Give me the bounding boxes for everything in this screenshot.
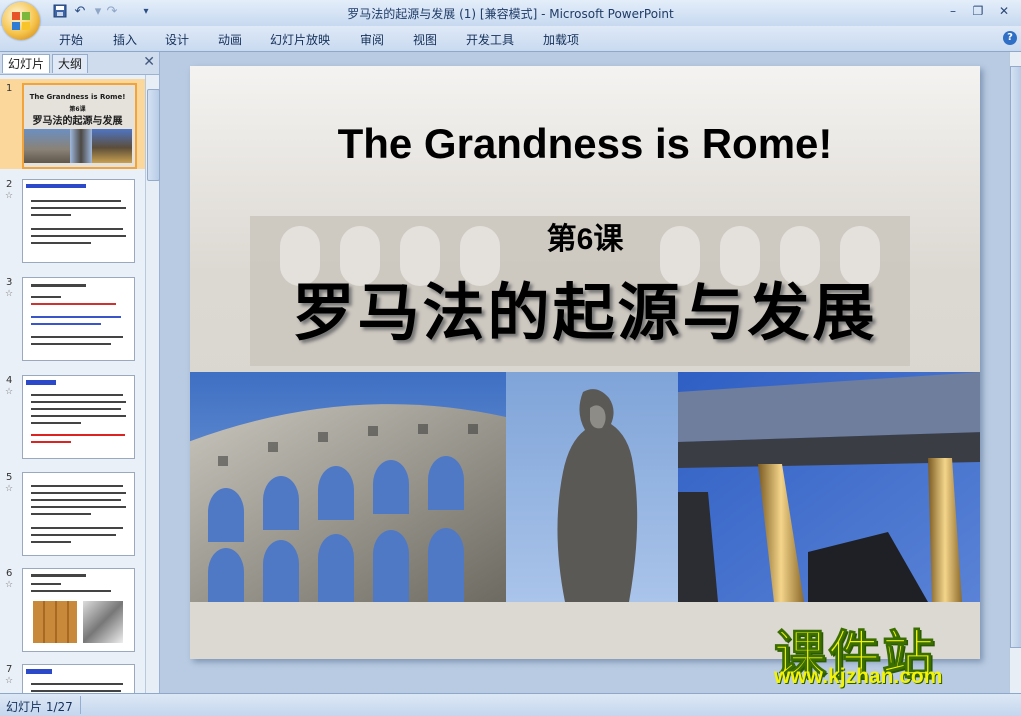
tab-insert[interactable]: 插入 <box>113 31 137 48</box>
slide-editor: The Grandness is Rome! 第6课 罗马法的起源与发展 <box>160 52 1010 693</box>
restore-icon[interactable]: ❐ <box>967 3 989 19</box>
thumb-statue-image <box>70 129 92 163</box>
ruins-column-photo <box>678 372 980 602</box>
colosseum-photo <box>190 372 506 602</box>
scrollbar-thumb[interactable] <box>147 89 160 181</box>
animation-star-icon: ☆ <box>5 676 14 686</box>
thumb-colosseum-image <box>24 129 70 163</box>
watermark-url: www.kjzhan.com <box>774 665 943 688</box>
slide-lesson-number[interactable]: 第6课 <box>190 214 980 258</box>
window-title: 罗马法的起源与发展 (1) [兼容模式] - Microsoft PowerPo… <box>347 7 674 21</box>
tab-animations[interactable]: 动画 <box>218 31 242 48</box>
thumb-ruins-image <box>92 129 132 163</box>
slide-number: 3 <box>6 277 13 288</box>
animation-star-icon: ☆ <box>5 484 14 494</box>
slide-thumbnail-7[interactable]: 7 ☆ <box>0 660 145 693</box>
slide-preview <box>22 375 135 459</box>
tab-slideshow[interactable]: 幻灯片放映 <box>270 31 330 48</box>
statue-photo <box>506 372 678 602</box>
thumbnail-list: 1 The Grandness is Rome! 第6课 罗马法的起源与发展 2… <box>0 75 145 693</box>
tab-home[interactable]: 开始 <box>59 31 83 48</box>
animation-star-icon: ☆ <box>5 289 14 299</box>
ribbon-tab-bar: 开始 插入 设计 动画 幻灯片放映 审阅 视图 开发工具 加载项 ? <box>0 26 1021 52</box>
slide-number: 2 <box>6 179 13 190</box>
thumb-heading: 罗马法的起源与发展 <box>32 116 123 127</box>
animation-star-icon: ☆ <box>5 580 14 590</box>
title-bar: ↶ ▾ ↷ ▾ 罗马法的起源与发展 (1) [兼容模式] - Microsoft… <box>0 0 1021 26</box>
slide-thumbnail-3[interactable]: 3 ☆ <box>0 273 145 363</box>
slide-thumbnail-5[interactable]: 5 ☆ <box>0 468 145 558</box>
editor-scrollbar[interactable] <box>1009 52 1021 693</box>
scrollbar-thumb[interactable] <box>1010 66 1021 648</box>
help-icon[interactable]: ? <box>1003 31 1017 45</box>
tab-addins[interactable]: 加载项 <box>543 31 579 48</box>
office-logo-icon <box>12 12 30 30</box>
animation-star-icon: ☆ <box>5 191 14 201</box>
slides-panel: 幻灯片 大纲 ✕ 1 The Grandness is Rome! 第6课 罗马… <box>0 52 160 693</box>
slide-preview: The Grandness is Rome! 第6课 罗马法的起源与发展 <box>22 83 137 169</box>
slide-preview <box>22 568 135 652</box>
thumb-bamboo-image <box>33 601 77 643</box>
photo-strip <box>190 372 980 602</box>
close-panel-icon[interactable]: ✕ <box>143 54 155 70</box>
tab-view[interactable]: 视图 <box>413 31 437 48</box>
slide-counter: 幻灯片 1/27 <box>6 700 73 714</box>
thumbnail-scrollbar[interactable] <box>145 75 160 693</box>
tab-review[interactable]: 审阅 <box>360 31 384 48</box>
status-divider <box>80 696 81 714</box>
slide-preview <box>22 664 135 693</box>
thumb-title: The Grandness is Rome! <box>29 93 126 101</box>
slide-preview <box>22 179 135 263</box>
slide-number: 5 <box>6 472 13 483</box>
slide-preview <box>22 472 135 556</box>
tab-slides[interactable]: 幻灯片 <box>2 54 51 73</box>
slide-number: 1 <box>6 83 13 94</box>
status-bar: 幻灯片 1/27 <box>0 693 1021 716</box>
slide-preview <box>22 277 135 361</box>
slide-heading[interactable]: 罗马法的起源与发展 <box>190 262 980 352</box>
minimize-icon[interactable]: – <box>942 3 964 19</box>
tab-developer[interactable]: 开发工具 <box>466 31 514 48</box>
slide-canvas[interactable]: The Grandness is Rome! 第6课 罗马法的起源与发展 <box>190 66 980 659</box>
thumb-engraving-image <box>83 601 123 643</box>
slide-thumbnail-1[interactable]: 1 The Grandness is Rome! 第6课 罗马法的起源与发展 <box>0 79 145 169</box>
tab-outline[interactable]: 大纲 <box>52 54 89 73</box>
panel-tabs: 幻灯片 大纲 ✕ <box>0 52 159 75</box>
slide-thumbnail-6[interactable]: 6 ☆ <box>0 564 145 654</box>
office-button[interactable] <box>2 2 40 40</box>
slide-title[interactable]: The Grandness is Rome! <box>190 120 980 168</box>
slide-number: 7 <box>6 664 13 675</box>
slide-number: 4 <box>6 375 13 386</box>
slide-thumbnail-2[interactable]: 2 ☆ <box>0 175 145 265</box>
tab-design[interactable]: 设计 <box>165 31 189 48</box>
animation-star-icon: ☆ <box>5 387 14 397</box>
close-icon[interactable]: ✕ <box>993 3 1015 19</box>
watermark-logo: 课件站 www.kjzhan.com <box>773 613 1004 693</box>
slide-number: 6 <box>6 568 13 579</box>
slide-thumbnail-4[interactable]: 4 ☆ <box>0 371 145 461</box>
